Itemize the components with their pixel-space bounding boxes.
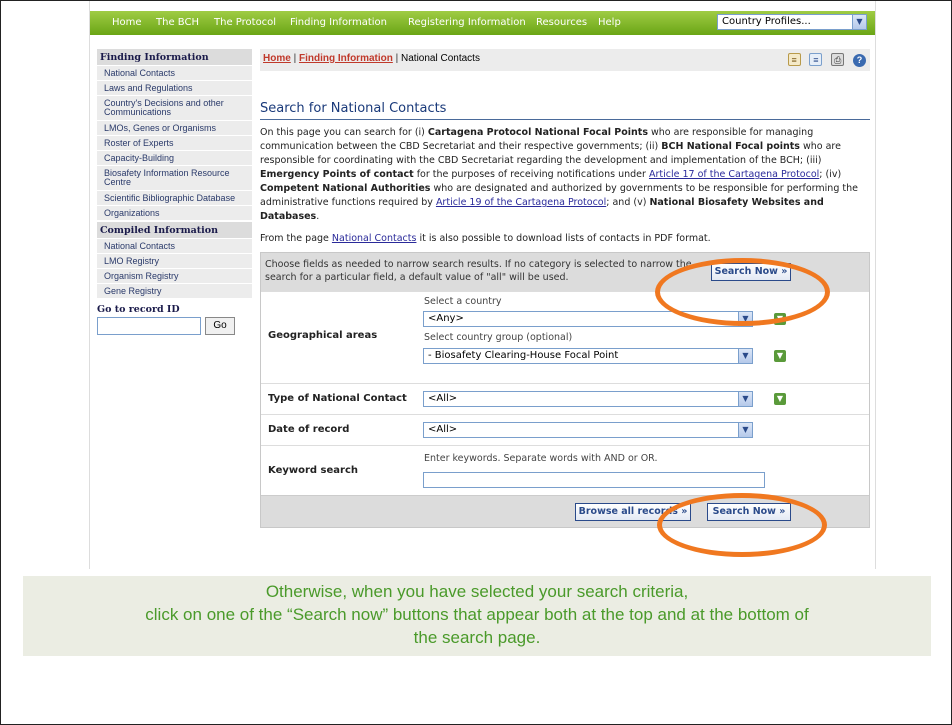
goto-record-row: Go <box>97 317 252 337</box>
caption-line: Otherwise, when you have selected your s… <box>265 582 689 601</box>
national-contacts-link[interactable]: National Contacts <box>332 233 417 244</box>
rdf-icon[interactable]: ≡ <box>787 53 801 66</box>
highlight-oval-top <box>655 258 830 326</box>
sidebar-header-compiled: Compiled Information <box>97 222 252 238</box>
page-tools: ≡ ≡ ⎙ ? <box>782 53 866 67</box>
keyword-search-row: Keyword search Enter keywords. Separate … <box>261 445 869 495</box>
keyword-search-label: Keyword search <box>268 465 359 476</box>
nav-registering-information[interactable]: Registering Information <box>408 17 526 28</box>
date-of-record-row: Date of record <All> ▼ <box>261 414 869 445</box>
breadcrumb-finding-information[interactable]: Finding Information <box>299 53 393 64</box>
sidebar-item-laws[interactable]: Laws and Regulations <box>97 80 252 95</box>
chevron-down-icon: ▼ <box>738 349 752 363</box>
sidebar-item-capacity[interactable]: Capacity-Building <box>97 150 252 165</box>
contact-type-row: Type of National Contact <All> ▼ ▼ <box>261 383 869 414</box>
pdf-note: From the page National Contacts it is al… <box>260 233 711 244</box>
breadcrumb-separator: | <box>395 53 399 64</box>
caption-line: click on one of the “Search now” buttons… <box>145 605 809 624</box>
nav-resources[interactable]: Resources <box>536 17 587 28</box>
caption-line: the search page. <box>413 628 541 647</box>
search-hint-text: Choose fields as needed to narrow search… <box>265 259 692 283</box>
country-profiles-select[interactable]: Country Profiles... ▼ <box>717 14 867 30</box>
sidebar-item-lmo-registry[interactable]: LMO Registry <box>97 253 252 268</box>
contact-type-label: Type of National Contact <box>268 393 407 404</box>
slide: Home The BCH The Protocol Finding Inform… <box>0 0 952 725</box>
contact-type-select[interactable]: <All> ▼ <box>423 391 753 407</box>
breadcrumb-separator: | <box>293 53 297 64</box>
chevron-down-icon: ▼ <box>738 392 752 406</box>
breadcrumb-home[interactable]: Home <box>263 53 291 64</box>
help-icon[interactable]: ? <box>853 54 866 67</box>
nav-the-bch[interactable]: The BCH <box>156 17 199 28</box>
caption-box: Otherwise, when you have selected your s… <box>23 576 931 656</box>
nav-finding-information[interactable]: Finding Information <box>290 17 387 28</box>
export-icon[interactable]: ≡ <box>809 53 823 66</box>
select-country-label: Select a country <box>424 296 502 307</box>
keyword-hint: Enter keywords. Separate words with AND … <box>424 453 658 464</box>
highlight-oval-bottom <box>657 493 827 557</box>
nav-the-protocol[interactable]: The Protocol <box>214 17 276 28</box>
download-icon[interactable]: ▼ <box>774 350 786 362</box>
country-select-value: <Any> <box>428 313 464 324</box>
sidebar-item-national-contacts[interactable]: National Contacts <box>97 65 252 80</box>
print-icon[interactable]: ⎙ <box>831 53 845 66</box>
nav-home[interactable]: Home <box>112 17 142 28</box>
record-id-input[interactable] <box>97 317 201 335</box>
sidebar-item-birc[interactable]: Biosafety Information Resource Centre <box>97 165 252 190</box>
article-17-link[interactable]: Article 17 of the Cartagena Protocol <box>649 169 819 180</box>
sidebar-item-scientific[interactable]: Scientific Bibliographic Database <box>97 190 252 205</box>
geographical-areas-label: Geographical areas <box>268 330 378 341</box>
date-of-record-label: Date of record <box>268 424 350 435</box>
go-button[interactable]: Go <box>205 317 235 335</box>
top-navigation-bar: Home The BCH The Protocol Finding Inform… <box>90 11 875 35</box>
article-19-link[interactable]: Article 19 of the Cartagena Protocol <box>436 197 606 208</box>
sidebar-item-roster[interactable]: Roster of Experts <box>97 135 252 150</box>
page-title: Search for National Contacts <box>260 101 870 120</box>
sidebar: Finding Information National Contacts La… <box>97 49 252 337</box>
country-group-select[interactable]: - Biosafety Clearing-House Focal Point ▼ <box>423 348 753 364</box>
contact-type-value: <All> <box>428 393 458 404</box>
country-group-value: - Biosafety Clearing-House Focal Point <box>428 350 619 361</box>
goto-record-label: Go to record ID <box>97 304 180 315</box>
chevron-down-icon: ▼ <box>852 15 866 29</box>
date-of-record-select[interactable]: <All> ▼ <box>423 422 753 438</box>
breadcrumb-current: National Contacts <box>401 53 480 64</box>
sidebar-item-decisions[interactable]: Country's Decisions and other Communicat… <box>97 95 252 120</box>
date-of-record-value: <All> <box>428 424 458 435</box>
sidebar-item-lmos[interactable]: LMOs, Genes or Organisms <box>97 120 252 135</box>
breadcrumb: Home | Finding Information | National Co… <box>260 49 870 71</box>
country-profiles-value: Country Profiles... <box>722 16 811 27</box>
chevron-down-icon: ▼ <box>738 423 752 437</box>
sidebar-header-finding: Finding Information <box>97 49 252 65</box>
keyword-input[interactable] <box>423 472 765 488</box>
download-icon[interactable]: ▼ <box>774 393 786 405</box>
sidebar-item-organizations[interactable]: Organizations <box>97 205 252 220</box>
intro-paragraph: On this page you can search for (i) Cart… <box>260 127 858 222</box>
select-group-label: Select country group (optional) <box>424 332 573 343</box>
sidebar-item-gene-registry[interactable]: Gene Registry <box>97 283 252 298</box>
sidebar-item-organism-registry[interactable]: Organism Registry <box>97 268 252 283</box>
nav-help[interactable]: Help <box>598 17 621 28</box>
sidebar-item-compiled-contacts[interactable]: National Contacts <box>97 238 252 253</box>
